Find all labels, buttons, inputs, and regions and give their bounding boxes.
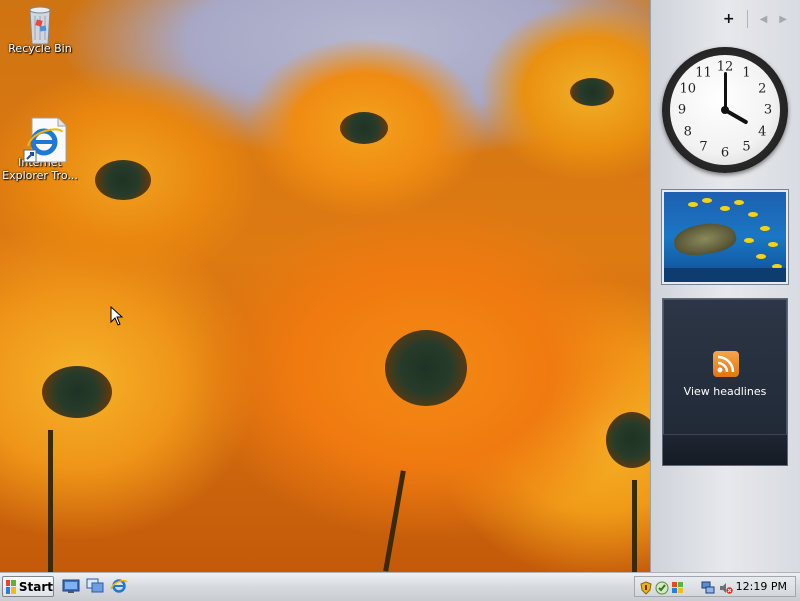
mouse-cursor-icon: [110, 305, 124, 330]
fish: [756, 254, 766, 259]
fish: [734, 200, 744, 205]
feed-gadget-footer: [663, 434, 787, 465]
slideshow-image: [664, 192, 786, 282]
sidebar-controls-divider: [746, 10, 748, 28]
security-center-icon[interactable]: [671, 580, 685, 594]
clock-number: 7: [699, 139, 708, 155]
clock-minute-hand: [723, 72, 727, 110]
clock-number: 1: [742, 65, 751, 81]
fish: [688, 202, 698, 207]
taskbar-clock[interactable]: 12:19 PM: [736, 580, 787, 593]
rss-feed-icon: [713, 351, 739, 377]
flower-center: [570, 78, 614, 106]
clock-number: 11: [695, 65, 712, 81]
flower-stem: [383, 470, 406, 572]
flower-center: [95, 160, 151, 200]
clock-number: 8: [683, 124, 692, 139]
network-icon[interactable]: [701, 580, 715, 594]
start-label: Start: [18, 579, 53, 594]
recycle-bin-icon: [22, 2, 58, 45]
fish: [748, 212, 758, 217]
taskbar: Start 12:19 PM: [0, 572, 800, 601]
internet-explorer-shortcut[interactable]: Internet Explorer Tro...: [0, 116, 80, 182]
flower-stem: [48, 430, 53, 572]
sidebar-controls: + ◀ ▶: [723, 10, 787, 28]
recycle-bin-shortcut[interactable]: Recycle Bin: [0, 2, 80, 55]
slideshow-gadget[interactable]: [661, 189, 789, 285]
clock-face: 12 1 2 3 4 5 6 7 8 9 10 11: [670, 55, 780, 165]
flower-center: [42, 366, 112, 418]
internet-explorer-icon[interactable]: [110, 578, 128, 594]
desktop-wallpaper: Recycle Bin Internet Explorer Tro...: [0, 0, 650, 572]
flower-center: [606, 412, 650, 468]
clock-center-pin: [721, 106, 729, 114]
clock-number: 4: [758, 124, 767, 139]
fish: [702, 198, 712, 203]
internet-explorer-icon: [22, 116, 67, 163]
flower-center: [385, 330, 467, 406]
flower-stem: [632, 480, 637, 572]
flower-center: [340, 112, 388, 144]
clock-number: 10: [679, 81, 697, 96]
speaker-muted-icon[interactable]: [719, 580, 733, 594]
windows-logo-icon: [6, 579, 16, 594]
add-gadget-button[interactable]: +: [723, 11, 735, 27]
start-button[interactable]: Start: [2, 576, 54, 597]
show-desktop-icon[interactable]: [62, 578, 80, 594]
windows-defender-icon[interactable]: [655, 580, 669, 595]
feed-headlines-gadget[interactable]: View headlines: [662, 298, 788, 466]
sea-turtle: [671, 218, 739, 260]
fish: [768, 242, 778, 247]
fish: [760, 226, 770, 231]
next-page-button[interactable]: ▶: [779, 14, 787, 25]
fish: [744, 238, 754, 243]
view-headlines-link[interactable]: View headlines: [663, 385, 787, 398]
previous-page-button[interactable]: ◀: [760, 14, 768, 25]
security-shield-icon[interactable]: [639, 580, 653, 595]
clock-number: 3: [763, 102, 773, 118]
seafloor: [664, 268, 786, 282]
clock-number: 6: [720, 145, 730, 161]
clock-gadget[interactable]: 12 1 2 3 4 5 6 7 8 9 10 11: [662, 47, 788, 173]
notification-area: 12:19 PM: [634, 576, 796, 597]
clock-number: 5: [742, 139, 751, 155]
clock-number: 9: [677, 102, 687, 118]
switch-windows-icon[interactable]: [86, 578, 104, 594]
fish: [720, 206, 730, 211]
clock-number: 2: [758, 81, 767, 96]
